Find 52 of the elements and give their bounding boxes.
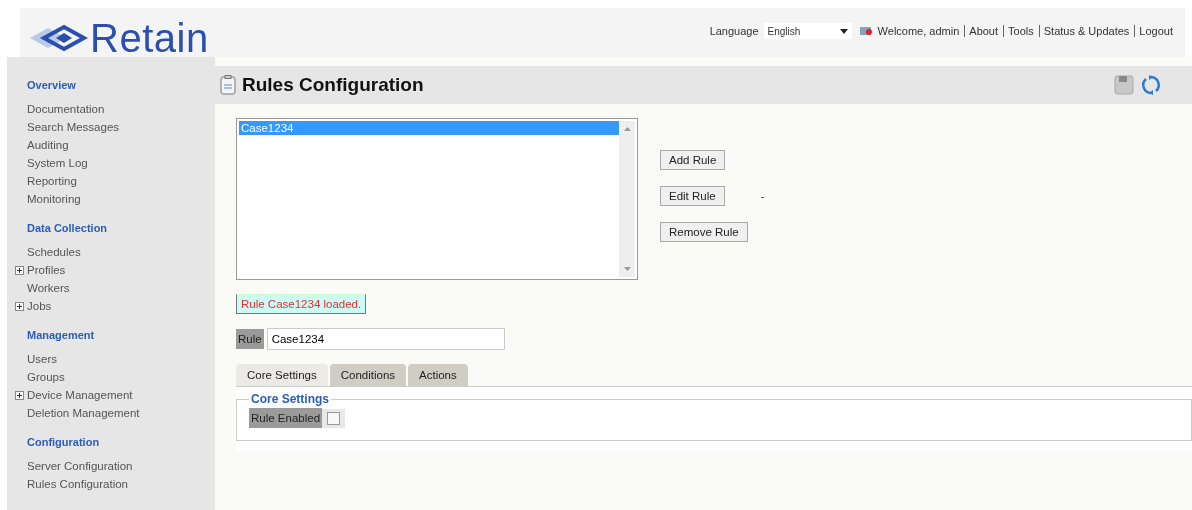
header-link[interactable]: About [964, 25, 999, 37]
sidebar-item[interactable]: Reporting [27, 175, 77, 187]
language-select[interactable]: English [763, 23, 852, 39]
sidebar-item[interactable]: Device Management [27, 386, 133, 404]
save-icon[interactable] [1114, 75, 1134, 95]
header-link[interactable]: Status & Updates [1038, 25, 1130, 37]
sidebar-item[interactable]: System Log [27, 157, 88, 169]
header-link[interactable]: Tools [1003, 25, 1034, 37]
sidebar-item[interactable]: Jobs [27, 297, 52, 315]
clipboard-icon [220, 75, 236, 95]
sidebar-item[interactable]: Groups [27, 371, 65, 383]
rule-button[interactable]: Add Rule [660, 150, 726, 170]
sidebar-item[interactable]: Schedules [27, 246, 81, 258]
sidebar-item[interactable]: Users [27, 353, 58, 365]
scrollbar[interactable] [619, 121, 635, 277]
scroll-up-icon[interactable] [623, 127, 631, 131]
tab[interactable]: Core Settings [236, 364, 328, 386]
page-title: Rules Configuration [242, 74, 424, 96]
section-heading: Management [27, 329, 96, 341]
sidebar-item[interactable]: Monitoring [27, 193, 81, 205]
refresh-icon[interactable] [1140, 74, 1162, 96]
logo-text: Retain [90, 18, 209, 58]
section-heading: Data Collection [27, 222, 109, 234]
group-title: Core Settings [250, 392, 330, 406]
rule-name-field[interactable]: Case1234 [266, 328, 505, 350]
tab[interactable]: Conditions [329, 364, 407, 386]
expand-icon[interactable] [15, 265, 24, 275]
sidebar-item[interactable]: Profiles [27, 261, 66, 279]
language-label: Language [709, 25, 759, 37]
expand-icon[interactable] [15, 390, 24, 400]
sidebar-item[interactable]: Workers [27, 282, 70, 294]
edit-note: - [760, 190, 765, 202]
caret-icon[interactable] [839, 28, 848, 34]
header-link[interactable]: Logout [1134, 25, 1173, 37]
sidebar-item[interactable]: Search Messages [27, 121, 120, 133]
status-message: Rule Case1234 loaded. [236, 294, 367, 314]
checkbox[interactable] [327, 411, 341, 425]
section-heading: Configuration [27, 436, 101, 448]
sidebar-item[interactable]: Deletion Management [27, 407, 140, 419]
rule-enabled-label: Rule Enabled [249, 408, 323, 428]
tab[interactable]: Actions [408, 364, 468, 386]
rule-label: Rule [236, 329, 264, 349]
sidebar-item[interactable]: Server Configuration [27, 460, 133, 472]
rule-button[interactable]: Edit Rule [660, 186, 725, 206]
rule-button[interactable]: Remove Rule [660, 222, 748, 242]
section-heading: Overview [27, 79, 77, 91]
scroll-down-icon[interactable] [623, 267, 631, 271]
sidebar-item[interactable]: Rules Configuration [27, 478, 128, 490]
expand-icon[interactable] [15, 301, 24, 311]
sidebar-item[interactable]: Auditing [27, 139, 69, 151]
sidebar-item[interactable]: Documentation [27, 103, 105, 115]
header-link[interactable]: Welcome, admin [877, 25, 960, 37]
